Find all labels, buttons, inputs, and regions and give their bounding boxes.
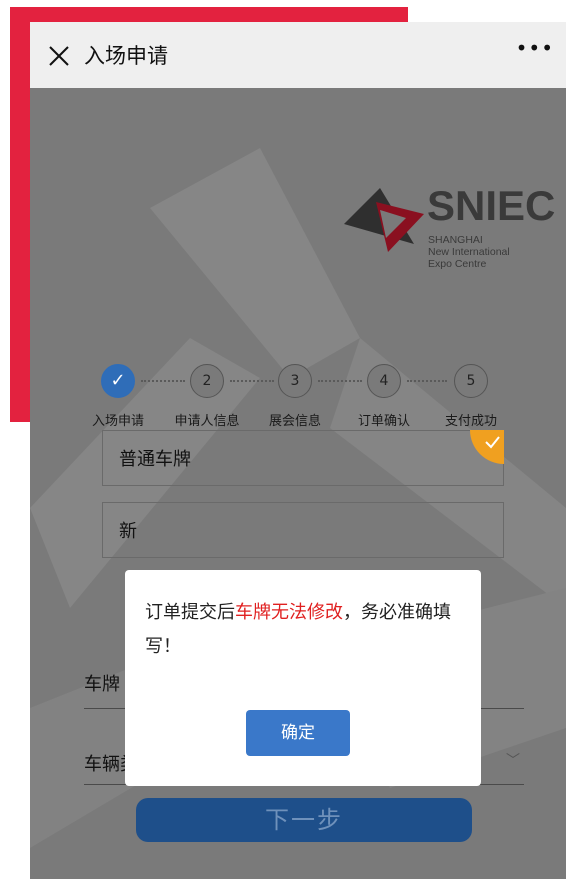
step-2-circle: 2: [190, 364, 224, 398]
selected-check-icon: [470, 430, 504, 464]
step-connector: [407, 380, 447, 382]
step-4-circle: 4: [367, 364, 401, 398]
chevron-down-icon: ﹀: [506, 753, 520, 769]
confirm-button[interactable]: 确定: [246, 710, 350, 756]
close-icon[interactable]: [44, 39, 76, 71]
page-background: SNIEC SHANGHAI New International Expo Ce…: [30, 88, 566, 879]
sniec-logo: SNIEC SHANGHAI New International Expo Ce…: [340, 182, 555, 274]
next-step-button[interactable]: 下一步: [136, 798, 472, 842]
step-3-circle: 3: [278, 364, 312, 398]
sniec-logo-mark: [344, 188, 424, 252]
dialog-message: 订单提交后车牌无法修改，务必准确填写！: [145, 596, 463, 664]
logo-line-1: SHANGHAI: [428, 234, 483, 246]
page-title: 入场申请: [84, 44, 168, 68]
logo-name: SNIEC: [427, 182, 556, 229]
step-connector: [318, 380, 362, 382]
step-5-circle: 5: [454, 364, 488, 398]
plate-region-field[interactable]: 新: [102, 502, 504, 558]
step-1-label: 入场申请: [91, 414, 145, 429]
plate-type-option[interactable]: 普通车牌: [102, 430, 504, 486]
plate-region-text: 新: [119, 521, 137, 542]
logo-line-2: New International: [428, 246, 510, 258]
alert-dialog: 订单提交后车牌无法修改，务必准确填写！ 确定: [125, 570, 481, 786]
step-2-label: 申请人信息: [174, 414, 240, 429]
progress-steps: ✓ 2 3 4 5 入场申请 申请人信息 展会信息 订单确认 支付成功: [30, 358, 566, 438]
step-connector: [230, 380, 274, 382]
step-3-label: 展会信息: [268, 414, 322, 429]
plate-type-text: 普通车牌: [119, 449, 191, 470]
dialog-message-part1: 订单提交后: [145, 602, 235, 623]
plate-number-label: 车牌: [84, 674, 120, 695]
step-connector: [141, 380, 185, 382]
title-bar: 入场申请 •••: [30, 22, 566, 88]
more-options-icon[interactable]: •••: [516, 36, 554, 60]
step-1-check-icon: ✓: [101, 364, 135, 398]
next-step-label: 下一步: [265, 806, 343, 834]
step-5-label: 支付成功: [444, 414, 498, 429]
logo-line-3: Expo Centre: [428, 258, 487, 270]
step-4-label: 订单确认: [357, 414, 411, 429]
dialog-message-highlight: 车牌无法修改: [235, 602, 343, 623]
phone-screen: 入场申请 ••• SNIEC SHANGHAI New Internationa…: [30, 22, 566, 879]
